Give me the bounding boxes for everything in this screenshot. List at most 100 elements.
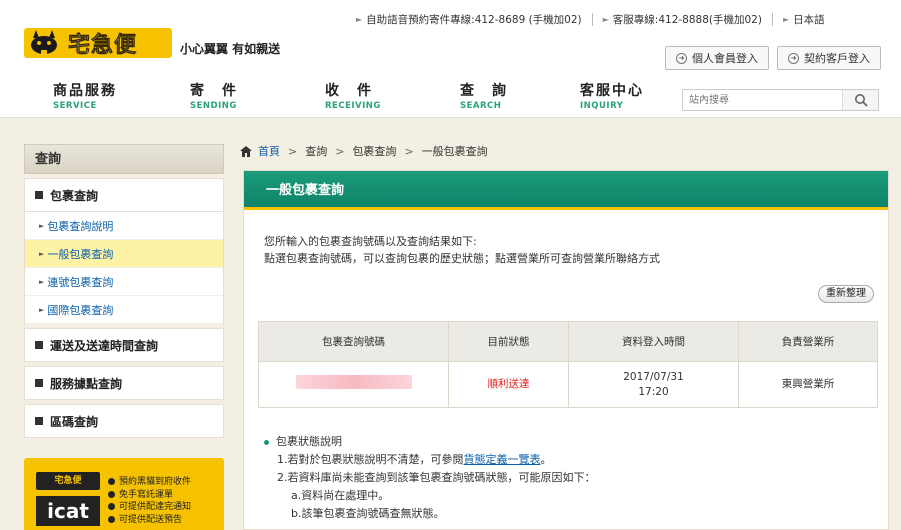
service-line-link[interactable]: ► 客服專線:412-8888(手機加02)	[603, 12, 762, 27]
top-info-bar: ► 自助語音預約寄件專線:412-8689 (手機加02) ► 客服專線:412-8…	[356, 12, 891, 27]
promo-item: 可提供配達完通知	[108, 501, 191, 514]
search-input[interactable]	[683, 90, 842, 110]
nav-sublabel: INQUIRY	[580, 101, 624, 111]
chevron-right-icon: ►	[39, 305, 45, 314]
breadcrumb: 首頁 > 查詢 > 包裹查詢 > 一般包裹查詢	[240, 143, 488, 159]
sidebar-cat-label: 服務據點查詢	[50, 376, 123, 391]
nav-sublabel: SENDING	[190, 101, 237, 111]
sidebar-item-serial-parcel[interactable]: ► 連號包裹查詢	[25, 268, 223, 296]
sidebar-item-label: 連號包裹查詢	[47, 275, 114, 289]
nav-sending[interactable]: 寄 件 SENDING	[190, 80, 238, 111]
refresh-button[interactable]: 重新整理	[818, 285, 874, 303]
site-logo[interactable]: 宅急便 小心翼翼 有如親送	[24, 28, 280, 58]
sidebar-item-label: 包裹查詢說明	[47, 219, 114, 233]
search-icon	[854, 94, 868, 107]
bullet-icon	[264, 439, 269, 445]
notes-heading: 包裹狀態說明	[264, 433, 596, 451]
breadcrumb-search[interactable]: 查詢	[305, 143, 327, 159]
promo-item: 可提供配送預告	[108, 514, 191, 527]
status-definition-link[interactable]: 貨態定義一覽表	[464, 453, 541, 466]
chevron-right-icon: ►	[39, 249, 45, 258]
chevron-right-icon: ►	[39, 221, 45, 230]
sidebar-title: 查詢	[24, 144, 224, 174]
nav-search[interactable]: 查 詢 SEARCH	[460, 80, 508, 111]
result-table: 包裹查詢號碼 目前狀態 資料登入時間 負責營業所 順利送達 2017/07/31…	[258, 321, 878, 408]
login-buttons: ➜ 個人會員登入 ➜ 契約客戶登入	[665, 46, 881, 70]
sidebar-cat-zip[interactable]: 區碼查詢	[24, 404, 224, 438]
note-line-2b: b.該筆包裹查詢號碼查無狀態。	[291, 507, 445, 520]
search-button[interactable]	[842, 90, 878, 110]
promo-icat-label: icat	[36, 496, 100, 526]
nav-sublabel: SEARCH	[460, 101, 502, 111]
breadcrumb-separator: >	[404, 144, 414, 158]
member-login-label: 個人會員登入	[692, 52, 758, 65]
breadcrumb-parcel[interactable]: 包裹查詢	[352, 143, 396, 159]
promo-item-text: 預約黑貓到府收件	[119, 477, 192, 487]
member-login-button[interactable]: ➜ 個人會員登入	[665, 46, 769, 70]
sidebar-item-label: 一般包裹查詢	[47, 247, 114, 261]
logo-slogan: 小心翼翼 有如親送	[180, 41, 281, 56]
sidebar-cat-delivery-time[interactable]: 運送及送達時間查詢	[24, 328, 224, 362]
chevron-right-icon: ►	[602, 15, 609, 24]
col-header-status: 目前狀態	[448, 321, 569, 362]
intro-text: 您所輸入的包裹查詢號碼以及查詢結果如下: 點選包裹查詢號碼，可以查詢包裹的歷史狀…	[264, 233, 660, 267]
sidebar-item-parcel-help[interactable]: ► 包裹查詢說明	[25, 212, 223, 240]
bullet-icon	[108, 478, 115, 485]
nav-sublabel: SERVICE	[53, 101, 97, 111]
sidebar-item-label: 國際包裹查詢	[47, 303, 114, 317]
status-notes: 包裹狀態說明 1.若對於包裹狀態說明不清楚，可參閱貨態定義一覽表。 2.若資料庫…	[264, 433, 596, 523]
japanese-link[interactable]: ► 日本語	[783, 12, 825, 27]
voice-booking-link[interactable]: ► 自助語音預約寄件專線:412-8689 (手機加02)	[356, 12, 582, 27]
site-search	[682, 89, 879, 111]
bullet-icon	[108, 503, 115, 510]
col-header-office: 負責營業所	[738, 321, 878, 362]
breadcrumb-home[interactable]: 首頁	[258, 143, 280, 159]
intro-line: 點選包裹查詢號碼，可以查詢包裹的歷史狀態；點選營業所可查詢營業所聯絡方式	[264, 252, 660, 265]
promo-item: 預約黑貓到府收件	[108, 476, 191, 489]
note-text: 1.若對於包裹狀態說明不清楚，可參閱	[277, 453, 464, 466]
table-row: 順利送達 2017/07/31 17:20 東興營業所	[258, 361, 878, 408]
panel-title: 一般包裹查詢	[244, 171, 888, 210]
nav-label: 收 件	[325, 83, 373, 99]
nav-label: 寄 件	[190, 83, 238, 99]
status-cell: 順利送達	[448, 361, 569, 408]
note-line-2a: a.資料尚在處理中。	[291, 489, 390, 502]
sidebar-item-general-parcel[interactable]: ► 一般包裹查詢	[25, 240, 223, 268]
tracking-number-cell[interactable]	[258, 361, 449, 408]
sidebar-cat-locations[interactable]: 服務據點查詢	[24, 366, 224, 400]
sidebar-cat-label: 運送及送達時間查詢	[50, 338, 159, 353]
time-cell: 2017/07/31 17:20	[568, 361, 739, 408]
sidebar: 查詢 包裹查詢 ► 包裹查詢說明 ► 一般包裹查詢 ► 連號包裹查詢 ► 國際包裹查詢 …	[24, 144, 224, 438]
sidebar-cat-label: 區碼查詢	[50, 414, 99, 429]
content-panel: 一般包裹查詢 您所輸入的包裹查詢號碼以及查詢結果如下: 點選包裹查詢號碼，可以查…	[243, 170, 889, 530]
nav-inquiry[interactable]: 客服中心 INQUIRY	[580, 80, 644, 111]
expand-icon	[35, 379, 43, 387]
note-text: 。	[540, 453, 552, 466]
service-line-text: 客服專線:412-8888(手機加02)	[612, 14, 762, 26]
icat-promo-banner[interactable]: 宅急便 icat 預約黑貓到府收件 免手寫託運單 可提供配達完通知 可提供配送預…	[24, 458, 224, 530]
chevron-right-icon: ►	[356, 15, 363, 24]
arrow-circle-icon: ➜	[676, 52, 687, 64]
contract-login-button[interactable]: ➜ 契約客戶登入	[777, 46, 881, 70]
redacted-tracking-number	[295, 375, 412, 389]
contract-login-label: 契約客戶登入	[804, 52, 870, 65]
nav-service[interactable]: 商品服務 SERVICE	[53, 80, 117, 111]
nav-receiving[interactable]: 收 件 RECEIVING	[325, 80, 381, 111]
logo-text: 宅急便	[68, 33, 138, 59]
chevron-right-icon: ►	[782, 15, 790, 24]
home-icon	[240, 145, 252, 157]
office-link[interactable]: 東興營業所	[782, 378, 835, 390]
record-date: 2017/07/31	[623, 370, 684, 383]
black-cat-logo-icon	[31, 30, 57, 54]
chevron-right-icon: ►	[39, 277, 45, 286]
sidebar-item-international-parcel[interactable]: ► 國際包裹查詢	[25, 296, 223, 324]
col-header-time: 資料登入時間	[568, 321, 739, 362]
logo-mark: 宅急便	[24, 28, 172, 58]
nav-label: 客服中心	[580, 83, 644, 99]
office-cell[interactable]: 東興營業所	[738, 361, 878, 408]
note-line-2: 2.若資料庫尚未能查詢到該筆包裹查詢號碼狀態，可能原因如下：	[277, 471, 596, 484]
note-line-1: 1.若對於包裹狀態說明不清楚，可參閱貨態定義一覽表。	[264, 451, 596, 469]
promo-item-text: 可提供配送預告	[119, 514, 183, 525]
sidebar-cat-parcel[interactable]: 包裹查詢	[24, 178, 224, 212]
voice-booking-text: 自助語音預約寄件專線:412-8689 (手機加02)	[366, 14, 582, 26]
